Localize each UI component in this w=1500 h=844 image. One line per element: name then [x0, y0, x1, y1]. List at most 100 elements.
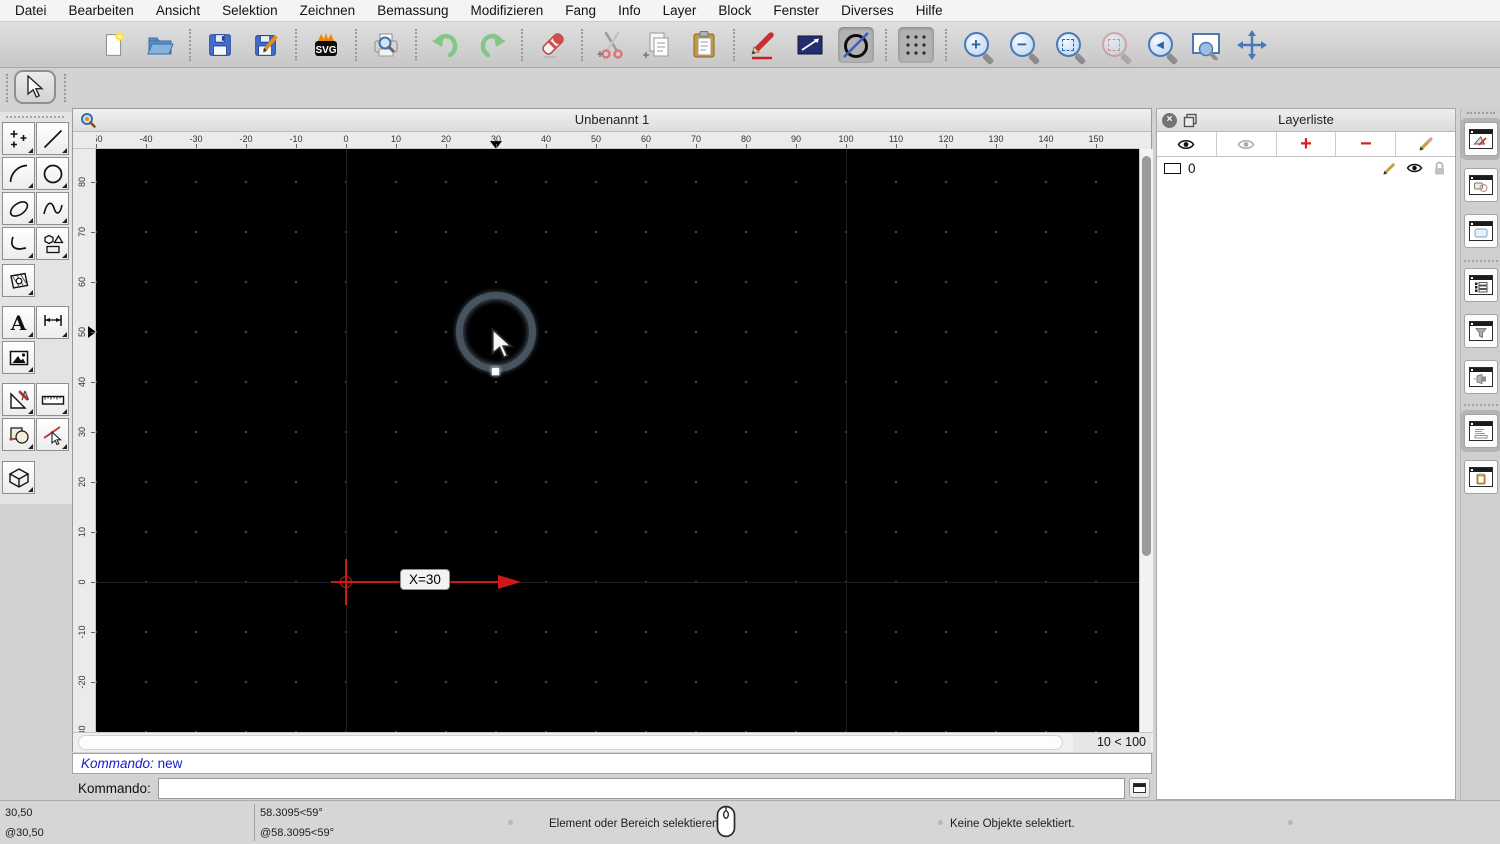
clipboard-viewer-dock-button[interactable] [1464, 460, 1498, 494]
circle-palette-button[interactable] [36, 157, 69, 190]
menu-item-layer[interactable]: Layer [652, 0, 708, 22]
menu-item-modifizieren[interactable]: Modifizieren [460, 0, 555, 22]
new-document-button[interactable] [96, 27, 132, 63]
right-dock-strip [1460, 108, 1500, 800]
zoom-out-button[interactable]: − [1004, 27, 1040, 63]
toolbar-handle[interactable] [64, 74, 66, 102]
v-ruler-label: 20 [77, 477, 87, 488]
hatch-tool-button[interactable] [2, 264, 35, 297]
detach-command-line-button[interactable] [1129, 778, 1150, 798]
delete-button[interactable] [534, 27, 570, 63]
add-layer-button[interactable]: + [1277, 132, 1337, 156]
save-as-button[interactable] [248, 27, 284, 63]
grid-status-label: 10 < 100 [1073, 733, 1151, 752]
circle-tool-button[interactable] [838, 26, 874, 63]
menu-item-block[interactable]: Block [707, 0, 762, 22]
paste-icon [693, 30, 715, 57]
redo-button[interactable] [474, 27, 510, 63]
dimension-tool-button[interactable] [36, 306, 69, 339]
menu-item-zeichnen[interactable]: Zeichnen [289, 0, 367, 22]
image-tool-button[interactable] [2, 341, 35, 374]
circle-tool-icon [43, 164, 62, 183]
command-trigger-dock-button[interactable] [1464, 360, 1498, 394]
save-button[interactable] [202, 27, 238, 63]
layer-color-swatch[interactable] [1164, 162, 1181, 174]
edit-layer-button[interactable] [1396, 132, 1455, 156]
undo-button[interactable] [428, 27, 464, 63]
grid-toggle-button[interactable] [898, 26, 934, 63]
property-editor-dock-button[interactable] [1464, 214, 1498, 248]
shape-tool-button[interactable] [36, 227, 69, 260]
h-ruler-label: -50 [96, 134, 103, 144]
show-all-layers-button[interactable] [1157, 132, 1217, 156]
v-ruler-tick [91, 532, 95, 533]
open-document-button[interactable] [142, 27, 178, 63]
pan-zoom-button[interactable] [1234, 27, 1270, 63]
drawing-canvas[interactable]: X=30 [96, 149, 1139, 732]
auto-zoom-button[interactable] [1050, 27, 1086, 63]
menu-item-fang[interactable]: Fang [554, 0, 607, 22]
text-tool-button[interactable]: A [2, 306, 35, 339]
selection-pointer-button[interactable] [14, 70, 56, 104]
selection-filter-dock-button[interactable] [1464, 314, 1498, 348]
menu-item-hilfe[interactable]: Hilfe [905, 0, 954, 22]
solid-tool-button[interactable] [2, 461, 35, 494]
h-ruler-label: 140 [1038, 134, 1054, 144]
info-tool-button[interactable] [2, 418, 35, 451]
library-browser-dock-button[interactable] [1464, 268, 1498, 302]
undock-icon[interactable] [1183, 113, 1198, 128]
palette-handle[interactable] [6, 116, 64, 118]
clipboard-viewer-icon [1469, 467, 1493, 487]
menu-item-bearbeiten[interactable]: Bearbeiten [58, 0, 145, 22]
hide-all-layers-button[interactable] [1217, 132, 1277, 156]
layer-lock-toggle[interactable] [1430, 161, 1448, 176]
vertical-scrollbar-thumb[interactable] [1142, 156, 1151, 556]
arc-tool-button[interactable] [2, 157, 35, 190]
menu-item-fenster[interactable]: Fenster [762, 0, 830, 22]
cut-button[interactable] [594, 27, 630, 63]
polyline-tool-button[interactable] [2, 227, 35, 260]
snap-tool-button[interactable] [36, 418, 69, 451]
paste-button[interactable] [686, 27, 722, 63]
layer-list-dock-button[interactable] [1464, 122, 1498, 156]
previous-view-button[interactable]: ◄ [1142, 27, 1178, 63]
menu-item-datei[interactable]: Datei [4, 0, 58, 22]
ellipse-tool-button[interactable] [2, 192, 35, 225]
hatch-tool-icon [9, 272, 28, 289]
zoom-in-button[interactable]: + [958, 27, 994, 63]
point-tool-button[interactable] [2, 122, 35, 155]
command-input[interactable] [157, 777, 1125, 799]
menu-item-diverses[interactable]: Diverses [830, 0, 905, 22]
layer-row[interactable]: 0 [1157, 157, 1455, 179]
dock-handle[interactable] [1467, 112, 1495, 114]
layer-edit-button[interactable] [1380, 161, 1398, 176]
h-ruler-label: 50 [590, 134, 601, 144]
modify-tool-button[interactable] [2, 383, 35, 416]
menu-item-bemassung[interactable]: Bemassung [366, 0, 459, 22]
toolbar-handle[interactable] [6, 74, 8, 102]
menu-item-selektion[interactable]: Selektion [211, 0, 289, 22]
copy-button[interactable] [640, 27, 676, 63]
drawing-preferences-button[interactable] [746, 27, 782, 63]
block-list-dock-button[interactable] [1464, 168, 1498, 202]
menu-item-info[interactable]: Info [607, 0, 652, 22]
print-preview-button[interactable] [368, 27, 404, 63]
close-icon[interactable]: × [1162, 113, 1177, 128]
measure-tool-button[interactable] [36, 383, 69, 416]
line-tool-button[interactable] [36, 122, 69, 155]
mouse-cursor [491, 328, 514, 359]
redo-icon [480, 33, 506, 57]
command-line-dock-button[interactable] [1464, 414, 1498, 448]
layer-visibility-toggle[interactable] [1405, 162, 1423, 174]
vertical-scrollbar[interactable] [1139, 149, 1153, 732]
horizontal-scrollbar-thumb[interactable] [78, 735, 1063, 750]
window-zoom-button[interactable] [1188, 27, 1224, 63]
toolbar-separator [733, 28, 735, 61]
remove-layer-button[interactable]: − [1336, 132, 1397, 156]
relative-coordinates: @30,50 [5, 827, 44, 839]
drawing-window: Unbenannt 1 -50 -40 -30 -20 -10 0 10 20 30 40 50 60… [72, 108, 1153, 752]
spline-tool-button[interactable] [36, 192, 69, 225]
menu-item-ansicht[interactable]: Ansicht [145, 0, 211, 22]
svg-export-button[interactable]: SVG [308, 27, 344, 63]
canvas-properties-button[interactable] [792, 27, 828, 63]
